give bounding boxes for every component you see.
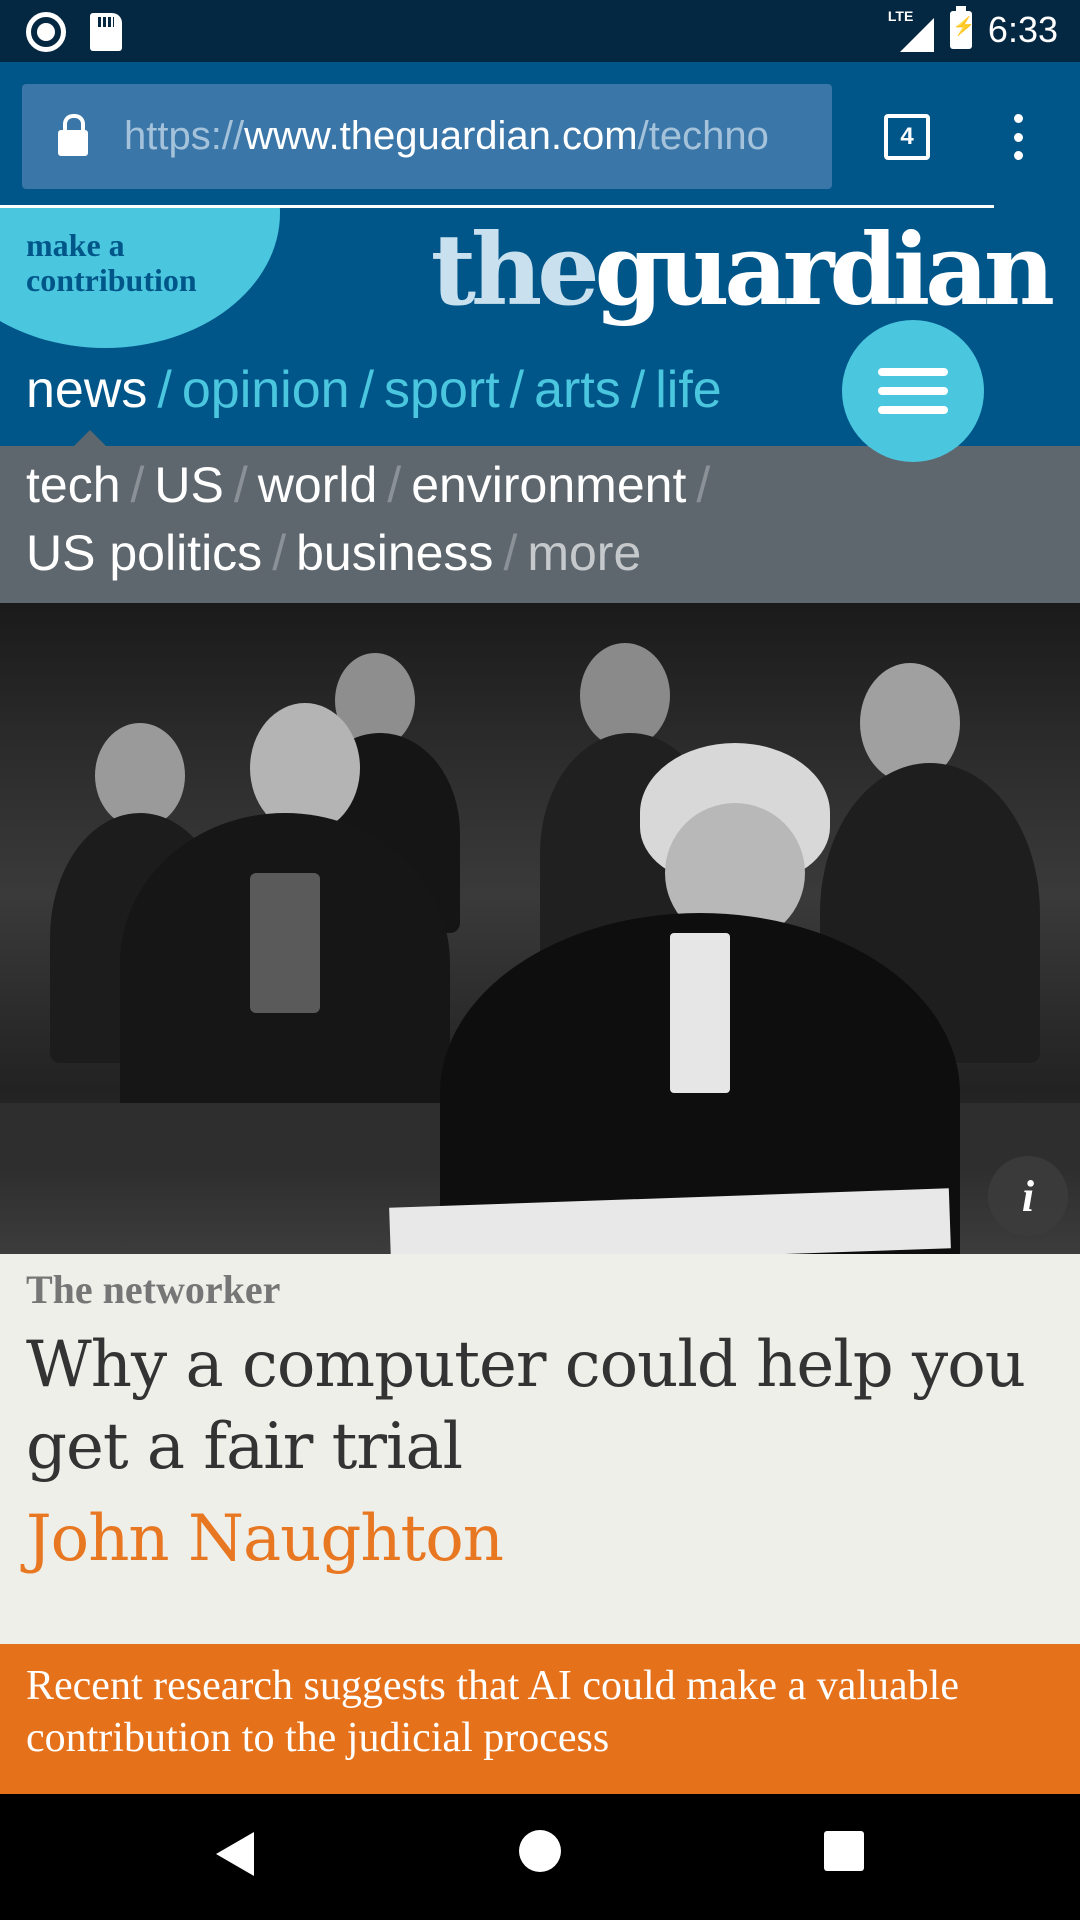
browser-toolbar: https://www.theguardian.com/techno 4 xyxy=(0,62,1080,209)
status-left-icons xyxy=(26,12,122,52)
system-navigation-bar xyxy=(0,1794,1080,1920)
signal-icon: LTE xyxy=(888,8,934,52)
guardian-logo[interactable]: theguardian xyxy=(431,216,1055,326)
article-byline[interactable]: John Naughton xyxy=(26,1498,504,1580)
pillar-opinion[interactable]: opinion xyxy=(182,360,350,420)
url-text[interactable]: https://www.theguardian.com/techno xyxy=(124,114,769,159)
subnav-more[interactable]: more xyxy=(527,524,641,582)
overflow-menu-icon[interactable] xyxy=(1012,114,1024,160)
sd-card-icon xyxy=(90,13,122,51)
status-right-icons: LTE 6:33 xyxy=(888,6,1058,52)
tab-switcher-button[interactable]: 4 xyxy=(884,114,930,160)
subnav-business[interactable]: business xyxy=(296,524,493,582)
recent-apps-icon[interactable] xyxy=(824,1831,864,1871)
clock: 6:33 xyxy=(987,9,1058,50)
battery-charging-icon xyxy=(949,6,975,49)
subnav-row-2: US politics / business / more xyxy=(26,524,642,582)
record-icon xyxy=(26,12,66,52)
status-bar: LTE 6:33 xyxy=(0,0,1080,62)
url-bar[interactable]: https://www.theguardian.com/techno xyxy=(22,84,832,189)
series-kicker[interactable]: The networker xyxy=(26,1266,280,1313)
lock-icon[interactable] xyxy=(58,113,88,156)
standfirst-text: Recent research suggests that AI could m… xyxy=(26,1663,959,1761)
subnav-us-politics[interactable]: US politics xyxy=(26,524,262,582)
subnav-row-1: tech / US / world / environment / xyxy=(26,456,711,514)
section-subnav: tech / US / world / environment / US pol… xyxy=(0,446,1080,603)
subnav-tech[interactable]: tech xyxy=(26,456,121,514)
home-icon[interactable] xyxy=(519,1830,561,1872)
article-title: Why a computer could help you get a fair… xyxy=(26,1328,1026,1484)
pillar-arts[interactable]: arts xyxy=(534,360,621,420)
active-pillar-indicator xyxy=(74,430,106,446)
article-standfirst: Recent research suggests that AI could m… xyxy=(0,1644,1080,1794)
make-contribution-label[interactable]: make a contribution xyxy=(26,228,197,298)
hamburger-menu-button[interactable] xyxy=(842,320,984,462)
subnav-us[interactable]: US xyxy=(154,456,223,514)
image-info-button[interactable]: i xyxy=(988,1156,1068,1236)
article-headline-block: The networker Why a computer could help … xyxy=(0,1254,1080,1644)
pillar-nav: news / opinion / sport / arts / life xyxy=(26,360,722,420)
article-hero-image[interactable]: i xyxy=(0,603,1080,1254)
pillar-life[interactable]: life xyxy=(655,360,721,420)
back-icon[interactable] xyxy=(216,1832,254,1876)
subnav-environment[interactable]: environment xyxy=(411,456,686,514)
pillar-sport[interactable]: sport xyxy=(384,360,500,420)
subnav-world[interactable]: world xyxy=(258,456,377,514)
hamburger-icon xyxy=(878,368,948,376)
pillar-news[interactable]: news xyxy=(26,360,147,420)
